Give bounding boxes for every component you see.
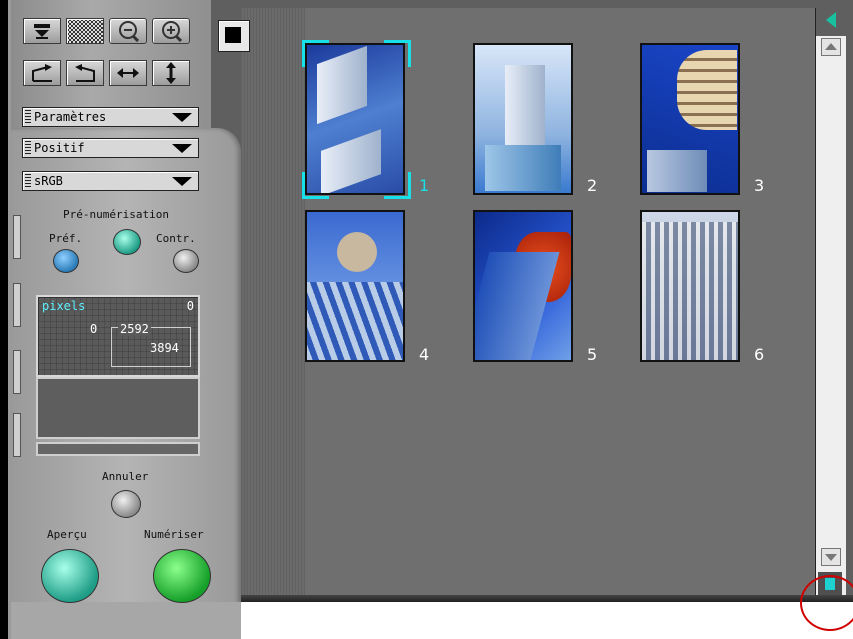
vertical-scrollbar[interactable] [815, 8, 846, 595]
thumbnail-2[interactable] [473, 43, 573, 195]
flip-horizontal-icon[interactable] [109, 60, 147, 86]
building-image [505, 65, 545, 145]
left-offset-value: 0 [90, 322, 98, 336]
histogram-box [36, 377, 200, 439]
collapse-arrow-icon[interactable] [816, 8, 846, 36]
chevron-down-icon [172, 177, 192, 186]
rotate-left-icon[interactable] [66, 60, 104, 86]
side-tab[interactable] [13, 215, 21, 259]
thumbnail-6[interactable] [640, 210, 740, 362]
chevron-down-icon [825, 554, 837, 561]
window-bottom-border [241, 595, 853, 602]
pref-label: Préf. [49, 232, 83, 245]
scan-label: Numériser [144, 528, 204, 541]
selection-corner [302, 40, 329, 67]
thumbnail-number: 4 [419, 345, 430, 364]
contr-label: Contr. [156, 232, 196, 245]
thumbnail-5[interactable] [473, 210, 573, 362]
selection-corner [384, 172, 411, 199]
height-value: 3894 [150, 341, 179, 355]
progress-bar [36, 442, 200, 456]
frame-toggle-button[interactable] [218, 20, 250, 52]
tool-panel-bottom [11, 602, 241, 639]
highlight-circle [800, 575, 853, 631]
building-image [642, 222, 738, 360]
building-image [677, 50, 737, 130]
side-tab[interactable] [13, 413, 21, 457]
cancel-label: Annuler [102, 470, 149, 483]
selection-corner [384, 40, 411, 67]
pattern-icon[interactable] [66, 18, 104, 44]
thumbnail-number: 5 [587, 345, 598, 364]
settings-dropdown[interactable]: Paramètres [22, 107, 199, 127]
prescan-radio[interactable] [113, 229, 141, 255]
top-offset-value: 0 [186, 299, 194, 313]
color-space-dropdown-value: sRGB [34, 174, 63, 188]
side-tab[interactable] [13, 350, 21, 394]
film-type-dropdown-value: Positif [34, 141, 85, 155]
scan-button[interactable] [153, 549, 211, 603]
unit-label: pixels [42, 299, 86, 313]
chevron-down-icon [172, 144, 192, 153]
scroll-down-button[interactable] [821, 548, 841, 566]
grip-icon [25, 110, 31, 124]
thumbnail-number: 3 [754, 176, 765, 195]
chevron-down-icon [172, 113, 192, 122]
thumbnail-number: 1 [419, 176, 430, 195]
building-image [307, 282, 403, 360]
zoom-out-icon[interactable] [109, 18, 147, 44]
thumbnail-number: 2 [587, 176, 598, 195]
pref-radio[interactable] [53, 249, 79, 273]
tool-panel: Paramètres Positif sRGB Pré-numérisation… [11, 0, 241, 639]
building-image [485, 145, 561, 191]
thumbnail-number: 6 [754, 345, 765, 364]
eject-icon[interactable] [23, 18, 61, 44]
color-space-dropdown[interactable]: sRGB [22, 171, 199, 191]
prescan-title: Pré-numérisation [63, 208, 169, 221]
panel-gutter [241, 8, 305, 595]
building-image [337, 232, 377, 272]
cancel-button[interactable] [111, 490, 141, 518]
rotate-right-icon[interactable] [23, 60, 61, 86]
zoom-in-icon[interactable] [152, 18, 190, 44]
chevron-up-icon [825, 43, 837, 50]
grip-icon [25, 174, 31, 188]
building-image [321, 129, 381, 193]
settings-dropdown-value: Paramètres [34, 110, 107, 124]
width-value: 2592 [118, 322, 151, 336]
dimensions-panel: pixels 0 0 2592 3894 [36, 295, 200, 377]
window-left-border [0, 0, 8, 639]
building-image [647, 150, 707, 192]
selection-corner [302, 172, 329, 199]
preview-label: Aperçu [47, 528, 87, 541]
film-type-dropdown[interactable]: Positif [22, 138, 199, 158]
thumbnail-3[interactable] [640, 43, 740, 195]
side-tab[interactable] [13, 283, 21, 327]
contr-radio[interactable] [173, 249, 199, 273]
scroll-up-button[interactable] [821, 38, 841, 56]
building-image [475, 252, 560, 360]
flip-vertical-icon[interactable] [152, 60, 190, 86]
scroll-header [816, 8, 846, 36]
grip-icon [25, 141, 31, 155]
thumbnail-4[interactable] [305, 210, 405, 362]
preview-button[interactable] [41, 549, 99, 603]
